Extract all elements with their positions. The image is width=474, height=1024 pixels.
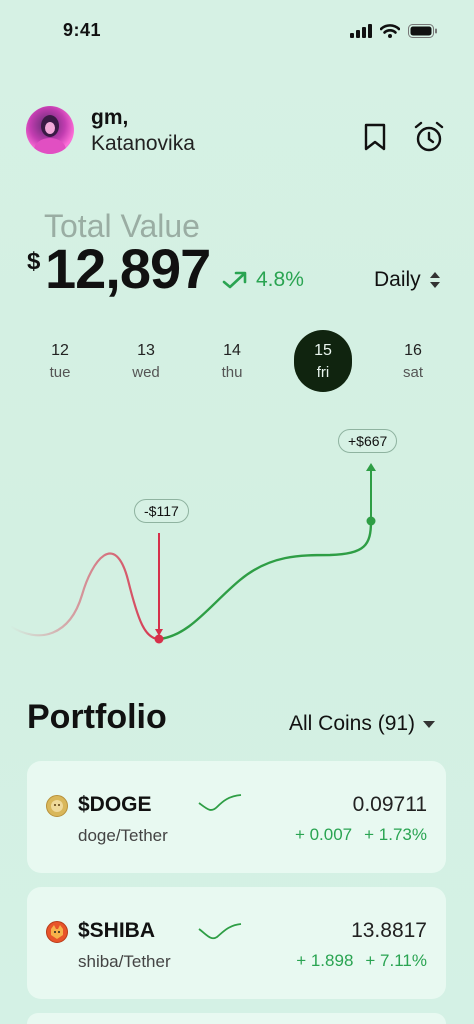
bookmark-icon[interactable] [362,122,388,152]
value-change: 4.8% [222,268,304,292]
date-weekday: sat [402,364,423,381]
coin-card-doge[interactable]: $DOGE doge/Tether 0.09711 + 0.007 + 1.73… [27,761,446,873]
coin-deltas: + 1.898 + 7.11% [296,951,427,971]
period-label: Daily [374,268,421,291]
coin-delta-pct: + 1.73% [364,825,427,844]
value-chart: -$117 +$667 [0,420,474,670]
date-weekday: tue [49,364,71,381]
coin-card-shiba[interactable]: $SHIBA shiba/Tether 13.8817 + 1.898 + 7.… [27,887,446,999]
chart-svg [9,463,376,644]
shiba-icon [46,921,68,943]
loss-point [154,634,164,644]
loss-tag: -$117 [134,499,189,523]
date-item-active[interactable]: 15 fri [294,330,352,392]
coin-symbol: $SHIBA [78,919,156,942]
gain-tag: +$667 [338,429,398,453]
coin-deltas: + 0.007 + 1.73% [295,825,427,845]
date-weekday: wed [132,364,160,381]
gain-line [159,520,373,641]
avatar[interactable] [26,106,74,154]
date-number: 13 [137,342,155,359]
coin-price: 13.8817 [351,919,427,942]
coin-sparkline [198,923,242,940]
date-item[interactable]: 14 thu [203,330,261,392]
coin-delta-abs: + 1.898 [296,951,354,970]
date-weekday: thu [221,364,243,381]
loss-line [9,552,161,641]
sort-arrows-icon [429,272,440,288]
coin-pair: shiba/Tether [78,952,171,971]
greeting: gm, [91,106,129,129]
caret-down-icon [423,721,436,728]
status-time: 9:41 [63,20,102,40]
value-change-percent: 4.8% [256,268,304,291]
currency-symbol: $ [27,248,41,275]
date-number: 15 [314,342,332,359]
date-weekday: fri [316,364,330,381]
coin-delta-pct: + 7.11% [365,951,427,970]
date-selector: 12 tue 13 wed 14 thu 15 fri 16 sat [0,330,474,394]
period-selector[interactable]: Daily [374,268,441,292]
coin-price: 0.09711 [352,793,427,816]
username: Katanovika [91,132,195,155]
doge-icon [46,795,68,817]
coin-filter-label: All Coins (91) [289,712,416,735]
date-number: 12 [51,342,69,359]
date-item[interactable]: 13 wed [117,330,175,392]
gain-marker-arrow [366,463,376,471]
coin-sparkline [198,794,242,811]
gain-point [366,516,376,526]
date-item[interactable]: 16 sat [384,330,442,392]
coin-pair: doge/Tether [78,826,168,845]
signal-icon [350,24,372,38]
portfolio-title: Portfolio [27,698,167,736]
alarm-clock-icon[interactable] [413,120,445,154]
date-number: 16 [404,342,422,359]
total-value-amount: 12,897 [45,237,211,300]
coin-symbol: $DOGE [78,793,152,816]
trend-up-icon [222,271,247,289]
date-item[interactable]: 12 tue [31,330,89,392]
coin-filter-dropdown[interactable]: All Coins (91) [289,712,436,736]
coin-card-partial[interactable] [27,1013,446,1024]
status-icons [350,24,438,38]
avatar-image [34,115,66,154]
battery-icon [408,24,437,38]
date-number: 14 [223,342,241,359]
wifi-icon [380,24,400,38]
coin-delta-abs: + 0.007 [294,825,353,844]
